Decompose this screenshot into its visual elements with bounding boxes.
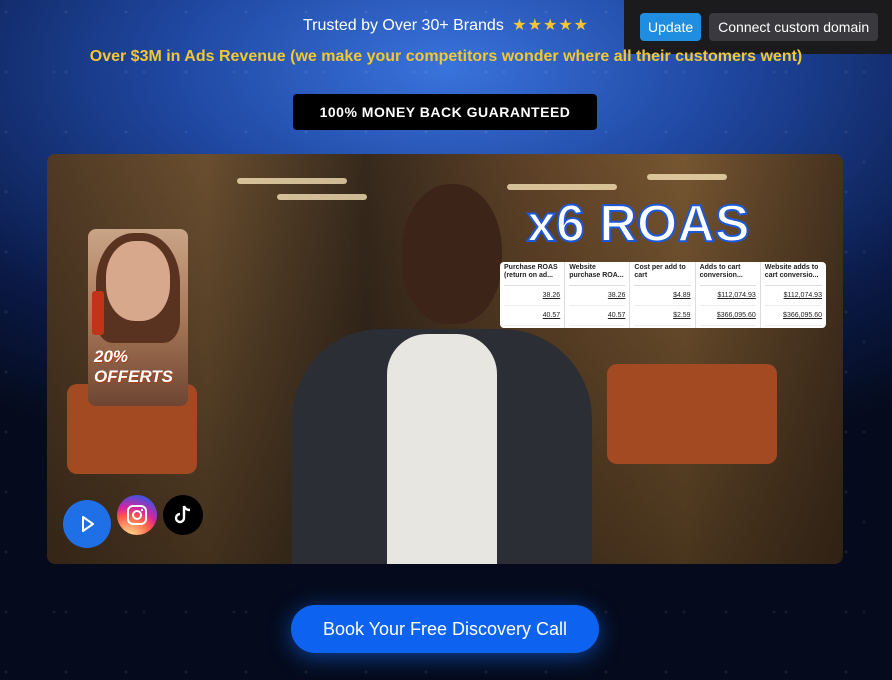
stats-column: Adds to cart conversion... $112,074.93 $… (696, 262, 761, 328)
tiktok-icon[interactable] (163, 495, 203, 535)
stats-cell: 40.57 (569, 306, 626, 326)
product-bottle-icon (92, 291, 104, 335)
stats-cell: $112,074.93 (699, 286, 756, 306)
guarantee-badge: 100% MONEY BACK GUARANTEED (293, 94, 597, 130)
rating-stars-icon: ★★★★★ (512, 17, 589, 34)
stats-header: Website adds to cart conversio... (764, 264, 822, 286)
lounge-chair (607, 364, 777, 464)
stats-column: Cost per add to cart $4.89 $2.59 (630, 262, 696, 328)
stats-cell: 40.57 (504, 306, 561, 326)
roas-overlay-title: x6 ROAS (526, 194, 751, 254)
stats-column: Website purchase ROA... 38.26 40.57 (565, 262, 631, 328)
instagram-icon[interactable] (117, 495, 157, 535)
stats-header: Website purchase ROA... (569, 264, 626, 286)
trusted-text: Trusted by Over 30+ Brands (302, 17, 504, 34)
stats-header: Cost per add to cart (634, 264, 691, 286)
presenter-shirt (387, 334, 497, 564)
stats-cell: $366,095.60 (699, 306, 756, 326)
model-face (106, 241, 170, 321)
play-icon[interactable] (63, 500, 111, 548)
book-call-button[interactable]: Book Your Free Discovery Call (291, 605, 599, 653)
promo-offer-text: 20% OFFERTS (94, 347, 174, 386)
ads-stats-table: Purchase ROAS (return on ad... 38.26 40.… (500, 262, 826, 328)
stats-header: Adds to cart conversion... (699, 264, 756, 286)
stats-column: Website adds to cart conversio... $112,0… (761, 262, 826, 328)
promo-phone-card: 20% OFFERTS (88, 229, 188, 406)
stats-cell: $366,095.60 (764, 306, 822, 326)
stats-cell: 38.26 (504, 286, 561, 306)
revenue-headline: Over $3M in Ads Revenue (we make your co… (89, 48, 803, 65)
stats-cell: $4.89 (634, 286, 691, 306)
presenter-head (402, 184, 502, 324)
stats-column: Purchase ROAS (return on ad... 38.26 40.… (500, 262, 566, 328)
stats-header: Purchase ROAS (return on ad... (504, 264, 561, 286)
trusted-banner: Trusted by Over 30+ Brands ★★★★★ (0, 15, 892, 35)
stats-cell: 38.26 (569, 286, 626, 306)
stats-cell: $2.59 (634, 306, 691, 326)
hero-video[interactable]: x6 ROAS Purchase ROAS (return on ad... 3… (47, 154, 843, 564)
stats-cell: $112,074.93 (764, 286, 822, 306)
